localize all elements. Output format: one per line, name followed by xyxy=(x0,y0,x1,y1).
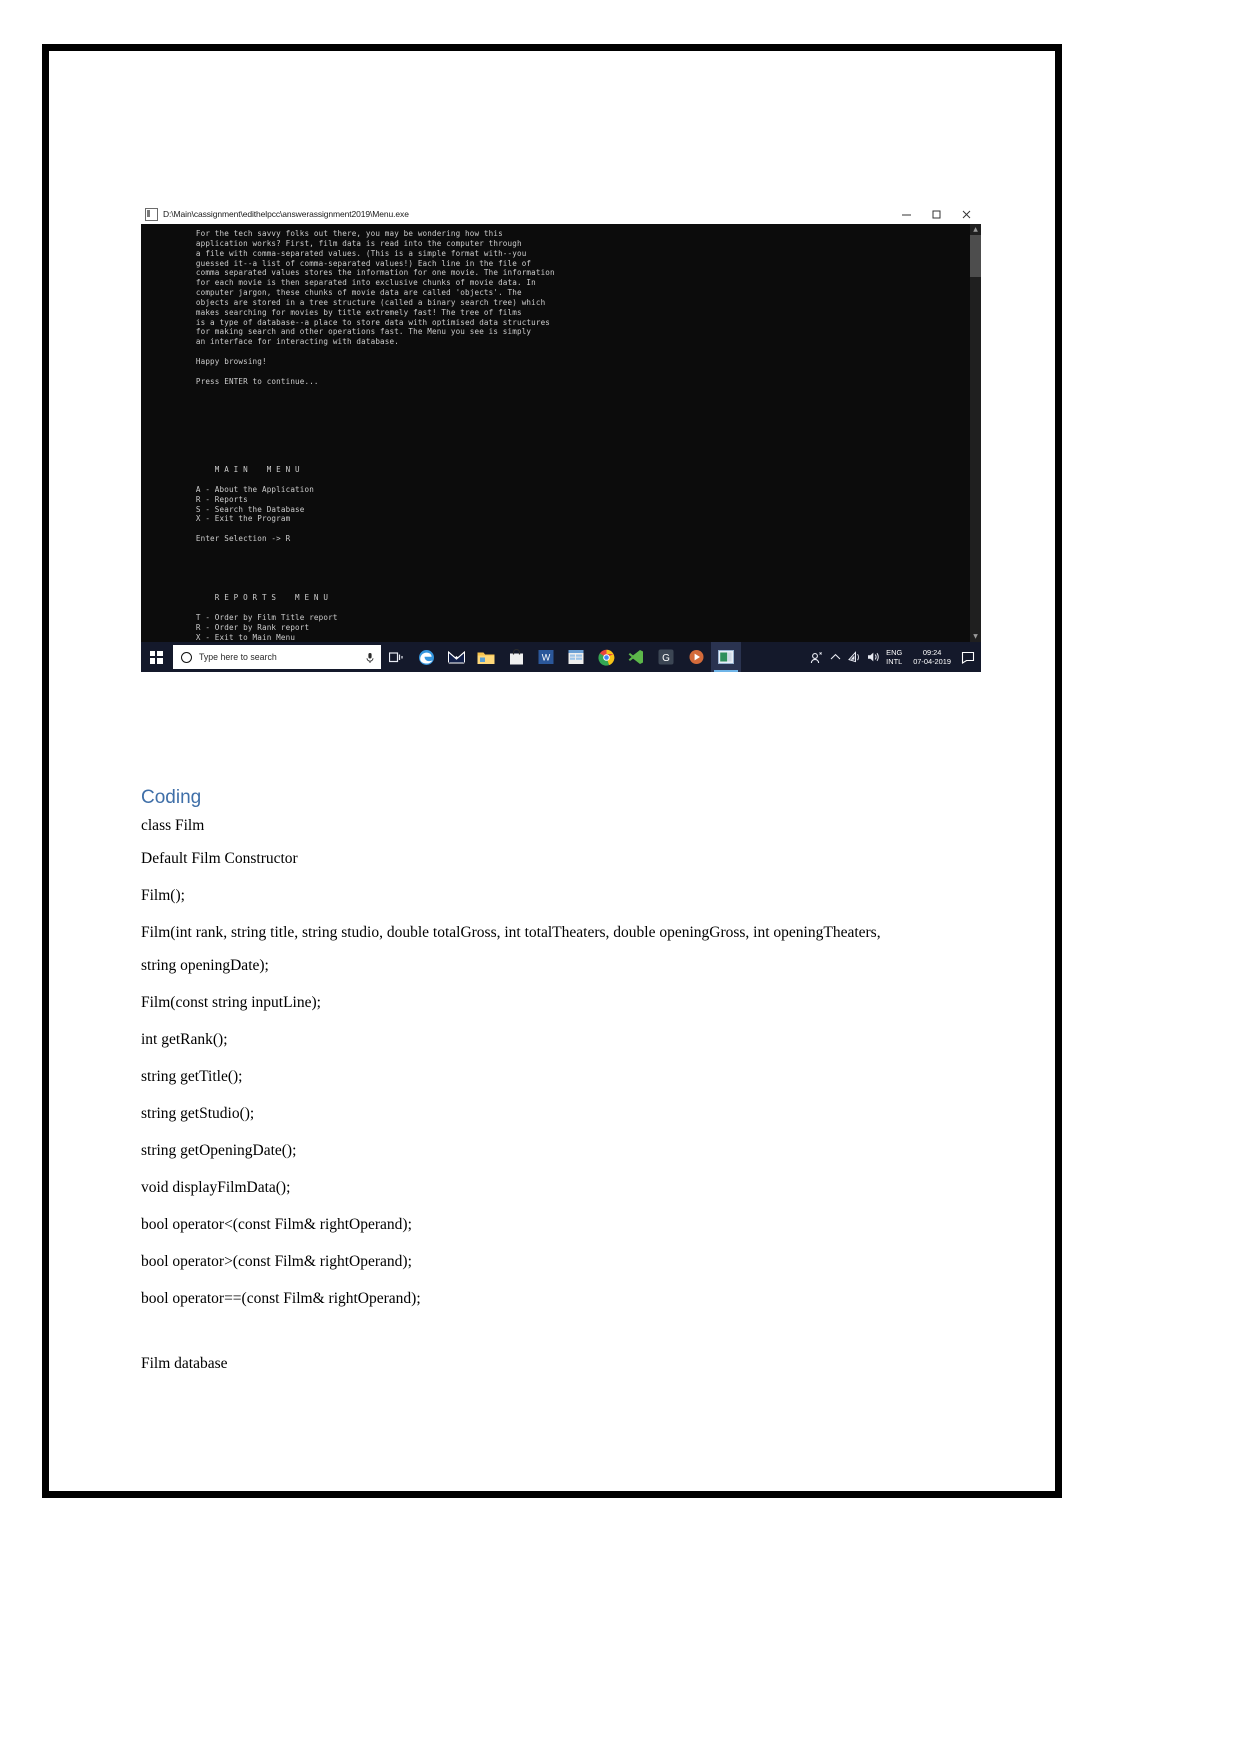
excel-icon xyxy=(568,650,584,664)
scroll-up-arrow-icon[interactable]: ▲ xyxy=(970,224,981,235)
code-line: int getRank(); xyxy=(141,1031,228,1048)
mail-icon xyxy=(447,650,465,663)
taskbar-app-chrome[interactable] xyxy=(591,642,621,672)
code-line: string getTitle(); xyxy=(141,1068,243,1085)
document-page-frame: D:\Main\cassignment\edithelpcc\answerass… xyxy=(42,44,1062,1498)
code-line: Default Film Constructor xyxy=(141,850,298,867)
close-button[interactable] xyxy=(951,204,981,224)
clock[interactable]: 09:24 07-04-2019 xyxy=(907,648,957,666)
code-line: Film(const string inputLine); xyxy=(141,994,321,1011)
console-screenshot-figure: D:\Main\cassignment\edithelpcc\answerass… xyxy=(141,204,981,681)
code-editor-icon xyxy=(628,650,643,664)
windows-logo-icon xyxy=(149,650,163,664)
svg-text:W: W xyxy=(542,653,551,663)
store-bag-icon xyxy=(509,649,523,665)
wifi-icon[interactable] xyxy=(845,642,864,672)
code-line: bool operator>(const Film& rightOperand)… xyxy=(141,1253,412,1270)
close-icon xyxy=(962,210,970,218)
console-titlebar[interactable]: D:\Main\cassignment\edithelpcc\answerass… xyxy=(141,204,981,224)
cortana-circle-icon xyxy=(181,651,192,663)
page-title: Coding xyxy=(141,787,202,808)
taskbar-app-media[interactable] xyxy=(681,642,711,672)
chrome-icon xyxy=(597,649,614,666)
code-line: string getStudio(); xyxy=(141,1105,255,1122)
taskbar-app-store[interactable] xyxy=(501,642,531,672)
taskbar-app-excel[interactable] xyxy=(561,642,591,672)
console-scrollbar[interactable]: ▲ ▼ xyxy=(970,224,981,642)
code-line: bool operator==(const Film& rightOperand… xyxy=(141,1290,421,1307)
code-line: string openingDate); xyxy=(141,957,269,974)
windows-taskbar: Type here to search W G ENG INTL 09:24 0… xyxy=(141,642,981,672)
media-app-icon xyxy=(689,650,703,664)
language-primary: ENG xyxy=(886,648,903,657)
scroll-down-arrow-icon[interactable]: ▼ xyxy=(970,631,981,642)
task-view-button[interactable] xyxy=(381,642,411,672)
console-app-icon xyxy=(145,207,158,221)
show-hidden-icons-chevron-up-icon[interactable] xyxy=(826,642,845,672)
document-body: Coding class Film Default Film Construct… xyxy=(141,786,981,1391)
code-line: class Film xyxy=(141,817,205,834)
volume-icon[interactable] xyxy=(864,642,883,672)
language-indicator[interactable]: ENG INTL xyxy=(883,648,907,666)
code-line: Film(); xyxy=(141,887,185,904)
edge-browser-icon xyxy=(418,649,434,665)
scrollbar-thumb[interactable] xyxy=(970,235,981,277)
notification-icon xyxy=(961,651,975,664)
window-controls xyxy=(891,204,981,224)
taskbar-app-edge[interactable] xyxy=(411,642,441,672)
file-explorer-icon xyxy=(477,652,495,664)
maximize-button[interactable] xyxy=(921,204,951,224)
taskbar-app-word[interactable]: W xyxy=(531,642,561,672)
language-secondary: INTL xyxy=(886,657,903,666)
console-output-text: For the tech savvy folks out there, you … xyxy=(195,229,555,642)
notifications-button[interactable] xyxy=(957,642,979,672)
code-line: Film database xyxy=(141,1355,228,1372)
taskbar-app-console-active[interactable] xyxy=(711,642,741,672)
minimize-icon xyxy=(901,214,911,215)
console-window-icon xyxy=(718,650,734,664)
taskbar-app-vscode[interactable] xyxy=(621,642,651,672)
people-icon[interactable] xyxy=(807,642,826,672)
taskbar-app-generic-g[interactable]: G xyxy=(651,642,681,672)
taskbar-search-box[interactable]: Type here to search xyxy=(173,645,381,669)
svg-text:G: G xyxy=(662,653,670,664)
minimize-button[interactable] xyxy=(891,204,921,224)
maximize-icon xyxy=(932,210,940,218)
code-line: string getOpeningDate(); xyxy=(141,1142,297,1159)
taskbar-app-mail[interactable] xyxy=(441,642,471,672)
code-line: bool operator<(const Film& rightOperand)… xyxy=(141,1216,412,1233)
search-placeholder-text: Type here to search xyxy=(199,652,277,662)
system-tray: ENG INTL 09:24 07-04-2019 xyxy=(807,642,981,672)
word-icon: W xyxy=(538,650,554,664)
code-line: Film(int rank, string title, string stud… xyxy=(141,924,881,941)
clock-time: 09:24 xyxy=(922,648,942,657)
start-button[interactable] xyxy=(141,642,171,672)
taskbar-app-file-explorer[interactable] xyxy=(471,642,501,672)
code-line: void displayFilmData(); xyxy=(141,1179,291,1196)
console-title-text: D:\Main\cassignment\edithelpcc\answerass… xyxy=(163,209,409,219)
task-view-icon xyxy=(388,651,403,662)
microphone-icon[interactable] xyxy=(365,651,375,663)
clock-date: 07-04-2019 xyxy=(913,657,951,666)
console-output-area[interactable]: For the tech savvy folks out there, you … xyxy=(141,224,981,642)
console-window: D:\Main\cassignment\edithelpcc\answerass… xyxy=(141,204,981,642)
app-g-icon: G xyxy=(658,649,674,665)
